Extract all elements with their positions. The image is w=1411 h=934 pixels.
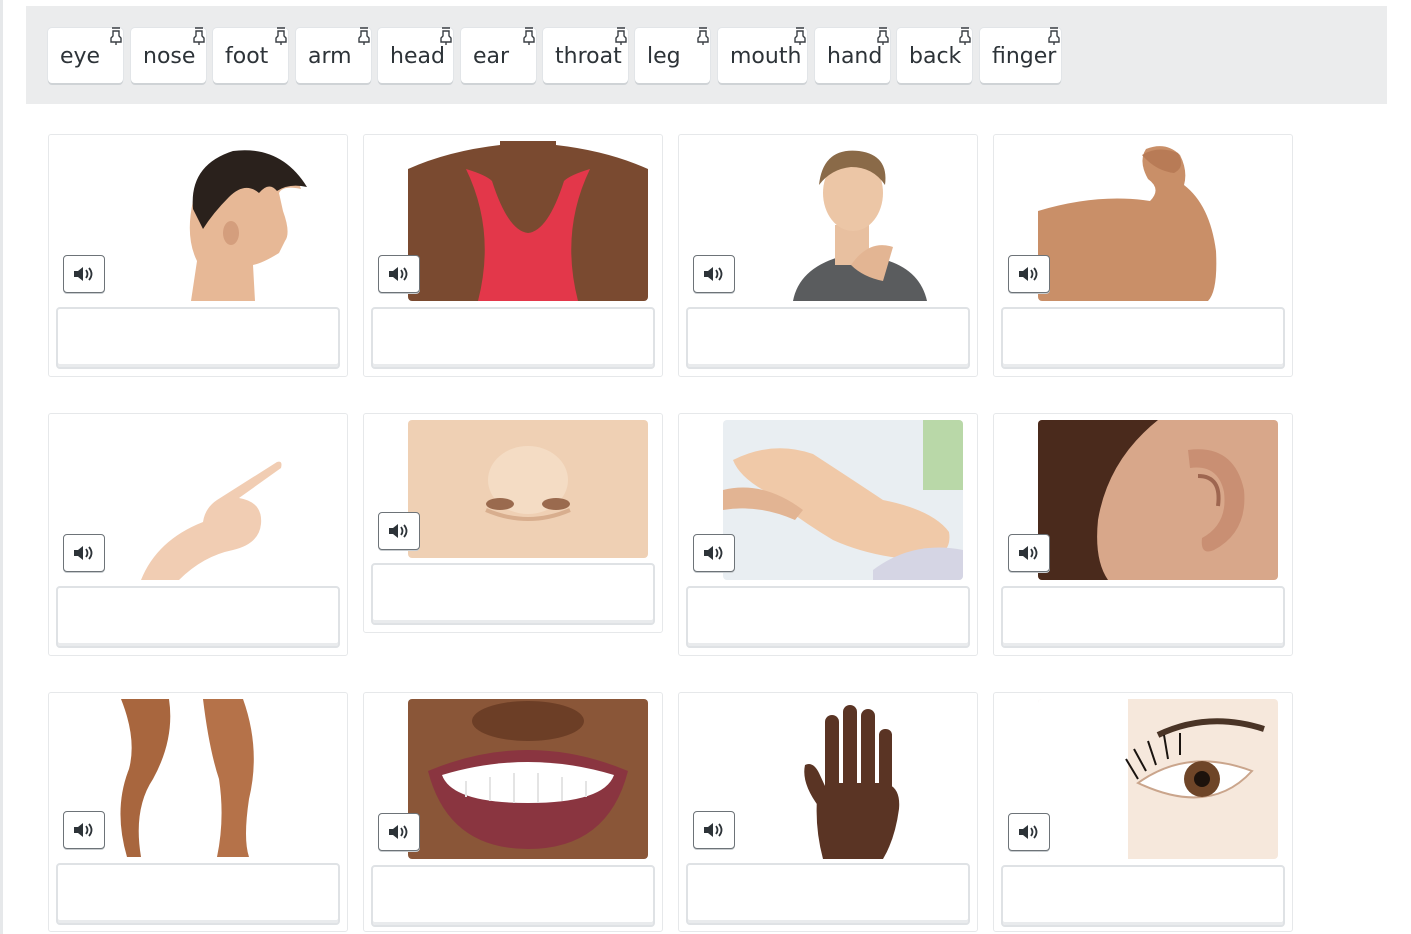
- play-audio-button[interactable]: [63, 255, 105, 293]
- exercise-card-8: [993, 413, 1293, 656]
- play-audio-button[interactable]: [63, 811, 105, 849]
- word-chip-throat[interactable]: throat: [543, 27, 628, 83]
- exercise-card-12: [993, 692, 1293, 932]
- speaker-volume-icon: [389, 825, 408, 839]
- play-audio-button[interactable]: [63, 534, 105, 572]
- pointing-finger-photo: [93, 420, 333, 580]
- speaker-volume-icon: [74, 823, 93, 837]
- answer-drop-zone[interactable]: [371, 307, 655, 369]
- answer-drop-zone[interactable]: [56, 863, 340, 925]
- head-side-profile-photo: [93, 141, 333, 301]
- answer-drop-zone[interactable]: [686, 307, 970, 369]
- answer-drop-zone[interactable]: [56, 307, 340, 369]
- flexed-arm-photo: [1038, 141, 1278, 301]
- left-border: [0, 0, 3, 934]
- play-audio-button[interactable]: [1008, 255, 1050, 293]
- word-chip-nose[interactable]: nose: [131, 27, 206, 83]
- word-chip-label: hand: [827, 44, 883, 69]
- answer-drop-zone[interactable]: [371, 865, 655, 927]
- play-audio-button[interactable]: [1008, 813, 1050, 851]
- speaker-volume-icon: [704, 267, 723, 281]
- play-audio-button[interactable]: [1008, 534, 1050, 572]
- answer-drop-zone[interactable]: [686, 586, 970, 648]
- exercise-card-9: [48, 692, 348, 932]
- word-chip-label: nose: [143, 44, 196, 69]
- back-shoulders-photo: [408, 141, 648, 301]
- hand-pointer-down-icon: [794, 27, 806, 45]
- answer-drop-zone[interactable]: [371, 563, 655, 625]
- word-chip-leg[interactable]: leg: [635, 27, 710, 83]
- word-chip-label: back: [909, 44, 962, 69]
- play-audio-button[interactable]: [693, 811, 735, 849]
- play-audio-button[interactable]: [693, 534, 735, 572]
- exercise-card-11: [678, 692, 978, 932]
- nose-closeup-photo: [408, 420, 648, 558]
- answer-drop-zone[interactable]: [686, 863, 970, 925]
- word-chip-label: leg: [647, 44, 681, 69]
- smiling-mouth-photo: [408, 699, 648, 859]
- speaker-volume-icon: [74, 267, 93, 281]
- hand-pointer-down-icon: [1048, 27, 1060, 45]
- word-chip-label: mouth: [730, 44, 802, 69]
- foot-massage-photo: [723, 420, 963, 580]
- hand-pointer-down-icon: [877, 27, 889, 45]
- play-audio-button[interactable]: [378, 813, 420, 851]
- word-chip-hand[interactable]: hand: [815, 27, 890, 83]
- speaker-volume-icon: [389, 267, 408, 281]
- hand-pointer-down-icon: [615, 27, 627, 45]
- play-audio-button[interactable]: [378, 255, 420, 293]
- word-chip-finger[interactable]: finger: [980, 27, 1061, 83]
- word-chip-head[interactable]: head: [378, 27, 453, 83]
- play-audio-button[interactable]: [378, 512, 420, 550]
- speaker-volume-icon: [74, 546, 93, 560]
- exercise-card-1: [48, 134, 348, 377]
- answer-drop-zone[interactable]: [1001, 586, 1285, 648]
- answer-drop-zone[interactable]: [1001, 307, 1285, 369]
- word-chip-ear[interactable]: ear: [461, 27, 536, 83]
- speaker-volume-icon: [1019, 267, 1038, 281]
- word-chip-label: finger: [992, 44, 1057, 69]
- word-chip-label: ear: [473, 44, 510, 69]
- speaker-volume-icon: [389, 524, 408, 538]
- exercise-card-6: [363, 413, 663, 633]
- word-chip-foot[interactable]: foot: [213, 27, 288, 83]
- hand-pointer-down-icon: [440, 27, 452, 45]
- word-chip-label: arm: [308, 44, 352, 69]
- word-chip-label: eye: [60, 44, 101, 69]
- exercise-card-5: [48, 413, 348, 656]
- exercise-card-10: [363, 692, 663, 932]
- exercise-card-3: [678, 134, 978, 377]
- speaker-volume-icon: [1019, 825, 1038, 839]
- hand-pointer-down-icon: [275, 27, 287, 45]
- hand-pointer-down-icon: [358, 27, 370, 45]
- word-chip-back[interactable]: back: [897, 27, 972, 83]
- word-chip-eye[interactable]: eye: [48, 27, 123, 83]
- play-audio-button[interactable]: [693, 255, 735, 293]
- word-chip-mouth[interactable]: mouth: [718, 27, 807, 83]
- legs-photo: [93, 699, 333, 859]
- hand-pointer-down-icon: [110, 27, 122, 45]
- speaker-volume-icon: [704, 546, 723, 560]
- word-chip-label: throat: [555, 44, 622, 69]
- word-bank: eye nose foot arm head ear throat leg mo…: [26, 6, 1387, 104]
- speaker-volume-icon: [1019, 546, 1038, 560]
- speaker-volume-icon: [704, 823, 723, 837]
- exercise-card-7: [678, 413, 978, 656]
- ear-closeup-photo: [1038, 420, 1278, 580]
- word-chip-label: foot: [225, 44, 269, 69]
- open-hand-photo: [723, 699, 963, 859]
- exercise-card-2: [363, 134, 663, 377]
- answer-drop-zone[interactable]: [56, 586, 340, 648]
- hand-pointer-down-icon: [523, 27, 535, 45]
- hand-pointer-down-icon: [959, 27, 971, 45]
- word-chip-label: head: [390, 44, 445, 69]
- exercise-card-4: [993, 134, 1293, 377]
- answer-drop-zone[interactable]: [1001, 865, 1285, 927]
- hand-pointer-down-icon: [697, 27, 709, 45]
- eye-lashes-photo: [1038, 699, 1278, 859]
- hand-pointer-down-icon: [193, 27, 205, 45]
- word-chip-arm[interactable]: arm: [296, 27, 371, 83]
- man-holding-throat-photo: [723, 141, 963, 301]
